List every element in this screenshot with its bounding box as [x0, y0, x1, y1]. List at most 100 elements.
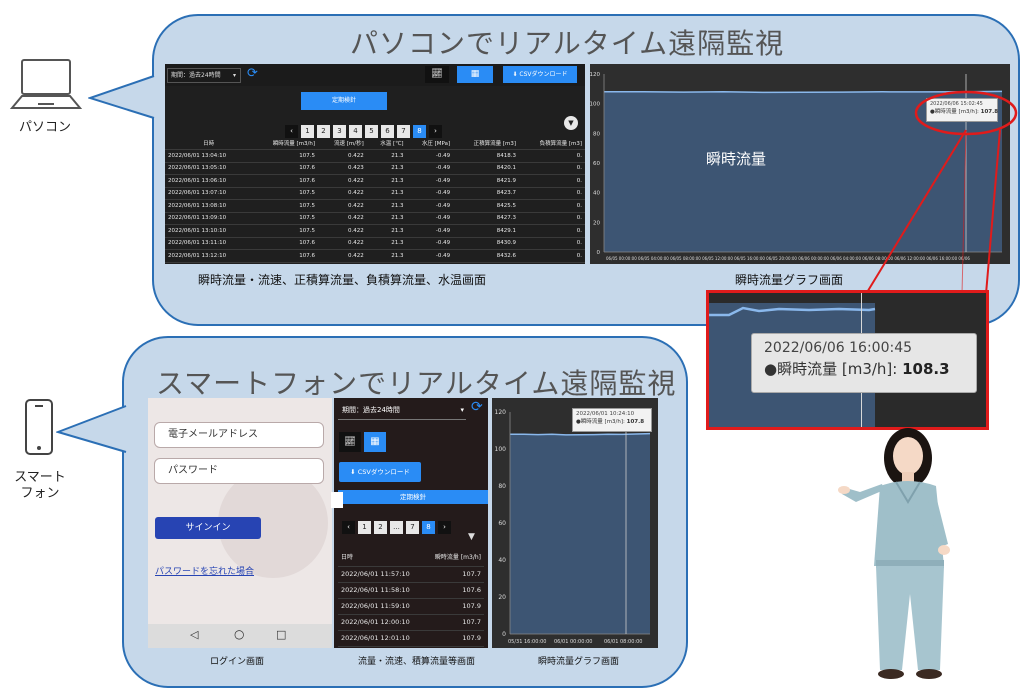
zoom-detail-box: 2022/06/06 16:00:45 ●瞬時流量 [m3/h]: 108.3	[706, 290, 989, 430]
table-cell: 21.3	[366, 162, 407, 175]
csv-download-button[interactable]: ⬇ CSVダウンロード	[503, 66, 577, 83]
phone-table-header: 日時 瞬時流量 [m3/h]	[338, 548, 484, 567]
table-cell: 0.423	[318, 162, 367, 175]
pc-table-screen: 期間：過去24時間 ▾ ⟳ 📈︎ ▦ ⬇ CSVダウンロード 定期検針 ‹ 1 2 3…	[165, 64, 585, 264]
table-cell: -0.49	[406, 224, 454, 238]
pc-data-table: 日時 瞬時流量 [m3/h] 流速 [m/秒] 水温 [℃] 水圧 [MPa] 正積算流量…	[165, 137, 585, 263]
password-field[interactable]: パスワード	[154, 458, 324, 484]
column-header[interactable]: 日時	[338, 548, 425, 567]
y-tick-label: 0	[597, 250, 601, 256]
column-header[interactable]: 流速 [m/秒]	[318, 137, 367, 150]
phone-csv-button[interactable]: ⬇ CSVダウンロード	[339, 462, 421, 482]
download-icon: ⬇	[512, 71, 518, 78]
chart-view-button[interactable]: 📈︎	[425, 66, 449, 83]
table-cell: 2022/06/01 13:05:10	[165, 162, 253, 175]
phone-graph-screen: 120 100 80 60 40 20 0 05/31 16:00:00 06/01 00:00…	[492, 398, 658, 648]
filter-icon[interactable]: ▼	[468, 532, 475, 542]
table-cell: 2022/06/01 13:07:10	[165, 187, 253, 200]
pager-prev-icon[interactable]: ‹	[342, 521, 355, 534]
y-tick-label: 20	[498, 594, 506, 601]
chart-area-fill	[510, 433, 650, 634]
phone-table-view-button[interactable]: ▦	[364, 432, 386, 452]
table-cell: 0.	[519, 212, 585, 225]
table-cell: 107.9	[424, 630, 484, 647]
refresh-icon[interactable]: ⟳	[247, 66, 258, 81]
pc-toolbar: 期間：過去24時間 ▾ ⟳ 📈︎ ▦ ⬇ CSVダウンロード	[165, 64, 585, 86]
table-view-button[interactable]: ▦	[457, 66, 493, 83]
column-header[interactable]: 日時	[165, 137, 253, 150]
chevron-down-icon: ▾	[460, 406, 464, 414]
table-cell: 0.422	[318, 224, 367, 238]
table-row: 2022/06/01 13:04:10 107.5 0.422 21.3 -0.49 84…	[165, 149, 585, 163]
pager-next-icon[interactable]: ›	[438, 521, 451, 534]
table-cell: 2022/06/01 13:12:10	[165, 249, 253, 263]
phone-bubble-tail	[56, 405, 127, 453]
recents-icon[interactable]: □	[276, 628, 286, 641]
table-cell: 21.3	[366, 212, 407, 225]
download-icon: ⬇	[350, 468, 356, 476]
phone-period-select[interactable]: 期間：過去24時間 ▾	[338, 400, 466, 420]
y-tick-label: 80	[593, 131, 600, 137]
table-cell: 107.5	[252, 224, 319, 238]
table-cell: 21.3	[366, 149, 407, 163]
table-cell: 107.6	[252, 162, 319, 175]
table-cell: 0.422	[318, 149, 367, 163]
phone-device-label: スマート フォン	[14, 470, 66, 501]
table-cell: 0.422	[318, 174, 367, 188]
filter-icon[interactable]: ▼	[564, 116, 578, 130]
zoom-tooltip-label: ●瞬時流量 [m3/h]:	[764, 360, 898, 378]
pager-page-1[interactable]: 1	[358, 521, 371, 534]
phone-table-screen: 期間：過去24時間 ▾ ⟳ 📈︎ ▦ ⬇ CSVダウンロード 定期検針 ‹ 1 2.…	[334, 398, 488, 648]
tab-periodic-reading[interactable]: 定期検針	[301, 92, 387, 110]
y-tick-label: 0	[502, 631, 506, 638]
table-cell: 107.6	[252, 237, 319, 250]
pager-page-2[interactable]: 2	[374, 521, 387, 534]
home-icon[interactable]: ○	[234, 627, 244, 641]
pager-page-8[interactable]: 8	[422, 521, 435, 534]
phone-chart-view-button[interactable]: 📈︎	[339, 432, 361, 452]
table-row: 2022/06/01 12:02:10107.8	[338, 646, 484, 648]
table-cell: 8421.9	[453, 174, 520, 188]
column-header[interactable]: 負積算流量 [m3]	[519, 137, 585, 150]
table-cell: 8418.3	[453, 149, 520, 163]
table-cell: 8425.5	[453, 199, 520, 213]
table-cell: 21.3	[366, 237, 407, 250]
table-cell: 2022/06/01 11:57:10	[338, 566, 425, 583]
forgot-password-link[interactable]: パスワードを忘れた場合	[155, 564, 254, 577]
column-header[interactable]: 瞬時流量 [m3/h]	[252, 137, 319, 150]
period-select[interactable]: 期間：過去24時間 ▾	[167, 68, 241, 83]
table-icon: ▦	[470, 69, 480, 79]
table-cell: -0.49	[406, 187, 454, 200]
signin-button[interactable]: サインイン	[155, 517, 261, 539]
table-cell: 0.	[519, 162, 585, 175]
phone-tab-periodic[interactable]: 定期検針	[338, 490, 488, 504]
pager-page-7[interactable]: 7	[406, 521, 419, 534]
column-header[interactable]: 水圧 [MPa]	[406, 137, 454, 150]
pc-graph-caption: 瞬時流量グラフ画面	[735, 273, 844, 287]
phone-graph-caption: 瞬時流量グラフ画面	[538, 657, 620, 667]
table-cell: 107.9	[424, 598, 484, 615]
table-cell: -0.49	[406, 149, 454, 163]
period-select-label: 期間：過去24時間	[171, 72, 221, 79]
table-cell: 107.6	[252, 174, 319, 188]
table-cell: 107.5	[252, 199, 319, 213]
table-cell: 21.3	[366, 249, 407, 263]
back-icon[interactable]: ◁	[190, 628, 198, 641]
table-row: 2022/06/01 11:57:10 107.7	[338, 566, 484, 583]
refresh-icon[interactable]: ⟳	[471, 399, 483, 415]
table-cell: 2022/06/01 13:08:10	[165, 199, 253, 213]
y-tick-label: 100	[590, 102, 600, 108]
table-cell: 0.422	[318, 237, 367, 250]
zoom-tooltip: 2022/06/06 16:00:45 ●瞬時流量 [m3/h]: 108.3	[751, 333, 977, 393]
column-header[interactable]: 瞬時流量 [m3/h]	[424, 548, 484, 567]
x-tick-labels: 06/05 00:00:00 06/05 04:00:00 06/05 08:0…	[606, 256, 970, 261]
pager-page-ellipsis[interactable]: ...	[390, 521, 403, 534]
column-header[interactable]: 水温 [℃]	[366, 137, 407, 150]
chevron-down-icon: ▾	[232, 72, 236, 79]
table-cell: 8420.1	[453, 162, 520, 175]
email-field[interactable]: 電子メールアドレス	[154, 422, 324, 448]
phone-tab-label: 定期検針	[400, 493, 426, 501]
tooltip-series-label: ●瞬時流量 [m3/h]:	[576, 419, 625, 425]
table-row: 2022/06/01 13:10:10 107.5 0.422 21.3 -0.49 84…	[165, 224, 585, 238]
column-header[interactable]: 正積算流量 [m3]	[453, 137, 520, 150]
